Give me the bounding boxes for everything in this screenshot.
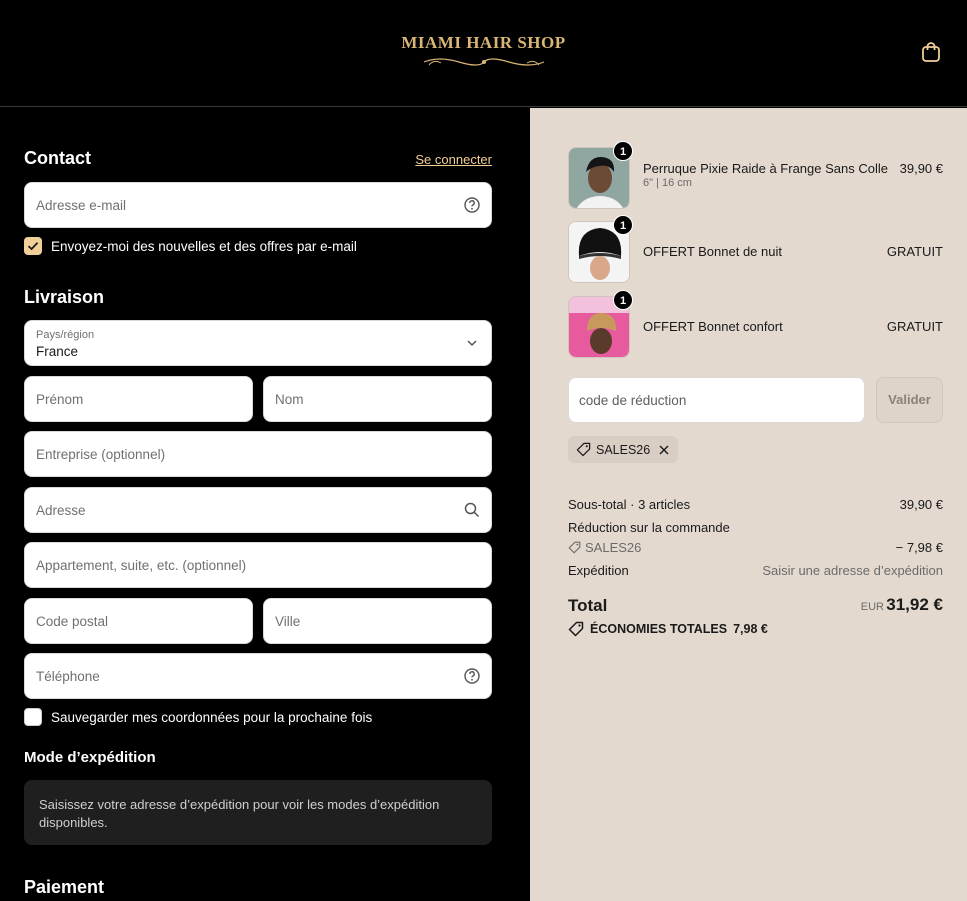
discount-value: − 7,98 € — [895, 540, 943, 555]
cart-item: 1 Perruque Pixie Raide à Frange Sans Col… — [568, 141, 943, 209]
item-price: 39,90 € — [899, 161, 943, 176]
cart-item: 1 OFFERT Bonnet de nuit GRATUIT — [568, 215, 943, 283]
item-price: GRATUIT — [886, 244, 943, 259]
discount-label: Réduction sur la commande — [568, 520, 730, 535]
shipping-label: Expédition — [568, 563, 629, 578]
site-header: MIAMI HAIR SHOP — [0, 0, 967, 107]
apply-discount-button[interactable]: Valider — [876, 377, 943, 423]
checkmark-icon — [27, 242, 39, 251]
item-name: OFFERT Bonnet de nuit — [643, 244, 782, 259]
login-link[interactable]: Se connecter — [415, 152, 492, 167]
savings-label: ÉCONOMIES TOTALES — [590, 622, 728, 636]
search-icon — [464, 502, 480, 518]
shipping-method-info: Saisissez votre adresse d’expédition pou… — [24, 780, 492, 845]
phone-placeholder: Téléphone — [36, 669, 100, 684]
order-summary: 1 Perruque Pixie Raide à Frange Sans Col… — [530, 108, 967, 901]
total-savings: ÉCONOMIES TOTALES 7,98 € — [568, 621, 768, 637]
last-name-placeholder: Nom — [275, 392, 304, 407]
tag-icon — [568, 621, 584, 637]
phone-field[interactable]: Téléphone — [24, 653, 492, 699]
chevron-down-icon — [467, 340, 477, 347]
delivery-title: Livraison — [24, 287, 105, 307]
save-info-checkbox[interactable] — [24, 708, 42, 726]
country-label: Pays/région — [36, 329, 95, 341]
apartment-field[interactable]: Appartement, suite, etc. (optionnel) — [24, 542, 492, 588]
total-currency: EUR — [860, 601, 884, 613]
discount-placeholder: code de réduction — [579, 393, 687, 408]
first-name-placeholder: Prénom — [36, 392, 84, 407]
email-placeholder: Adresse e-mail — [36, 198, 127, 213]
close-icon[interactable] — [658, 444, 670, 456]
postal-code-field[interactable]: Code postal — [24, 598, 253, 644]
city-placeholder: Ville — [275, 614, 301, 629]
company-field[interactable]: Entreprise (optionnel) — [24, 431, 492, 477]
email-field[interactable]: Adresse e-mail — [24, 182, 492, 228]
address-placeholder: Adresse — [36, 503, 86, 518]
discount-code-row: SALES26 − 7,98 € — [568, 540, 943, 557]
company-placeholder: Entreprise (optionnel) — [36, 447, 166, 462]
shipping-row: Expédition Saisir une adresse d’expéditi… — [568, 563, 943, 578]
country-select[interactable]: Pays/région France — [24, 320, 492, 366]
discount-row: Réduction sur la commande — [568, 520, 943, 535]
quantity-badge: 1 — [613, 215, 633, 235]
logo-flourish-icon — [423, 58, 544, 66]
total-value: 31,92 € — [886, 595, 943, 614]
shop-name: MIAMI HAIR SHOP — [401, 33, 566, 52]
city-field[interactable]: Ville — [263, 598, 492, 644]
newsletter-checkbox[interactable] — [24, 237, 42, 255]
save-info-row[interactable]: Sauvegarder mes coordonnées pour la proc… — [24, 708, 372, 726]
applied-discount-chip: SALES26 — [568, 436, 679, 463]
cart-item: 1 OFFERT Bonnet confort GRATUIT — [568, 290, 943, 358]
subtotal-row: Sous-total · 3 articles 39,90 € — [568, 497, 943, 512]
first-name-field[interactable]: Prénom — [24, 376, 253, 422]
item-variant: 6" | 16 cm — [643, 177, 692, 189]
save-info-label: Sauvegarder mes coordonnées pour la proc… — [51, 709, 373, 725]
quantity-badge: 1 — [613, 141, 633, 161]
payment-title: Paiement — [24, 877, 105, 897]
item-name: Perruque Pixie Raide à Frange Sans Colle — [643, 161, 888, 176]
subtotal-value: 39,90 € — [899, 497, 943, 512]
tag-icon — [568, 541, 581, 554]
shop-logo[interactable]: MIAMI HAIR SHOP — [0, 33, 967, 68]
savings-value: 7,98 € — [733, 622, 768, 636]
contact-title: Contact — [24, 148, 91, 168]
applied-code: SALES26 — [596, 442, 651, 457]
country-value: France — [36, 344, 79, 359]
newsletter-label: Envoyez-moi des nouvelles et des offres … — [51, 238, 357, 254]
discount-code-label: SALES26 — [585, 540, 642, 555]
postal-code-placeholder: Code postal — [36, 614, 109, 629]
quantity-badge: 1 — [613, 290, 633, 310]
shopping-bag-icon[interactable] — [919, 40, 943, 64]
address-field[interactable]: Adresse — [24, 487, 492, 533]
shipping-method-title: Mode d’expédition — [24, 749, 156, 766]
total-label: Total — [568, 596, 608, 615]
shipping-value: Saisir une adresse d’expédition — [762, 563, 943, 578]
help-icon[interactable] — [463, 196, 481, 214]
help-icon[interactable] — [463, 667, 481, 685]
tag-icon — [576, 442, 591, 457]
item-price: GRATUIT — [886, 319, 943, 334]
item-name: OFFERT Bonnet confort — [643, 319, 783, 334]
checkout-form: Contact Se connecter Adresse e-mail Envo… — [0, 108, 530, 901]
subtotal-label: Sous-total · 3 articles — [568, 497, 691, 512]
apartment-placeholder: Appartement, suite, etc. (optionnel) — [36, 558, 247, 573]
last-name-field[interactable]: Nom — [263, 376, 492, 422]
discount-code-input[interactable]: code de réduction — [568, 377, 865, 423]
newsletter-row[interactable]: Envoyez-moi des nouvelles et des offres … — [24, 237, 357, 255]
